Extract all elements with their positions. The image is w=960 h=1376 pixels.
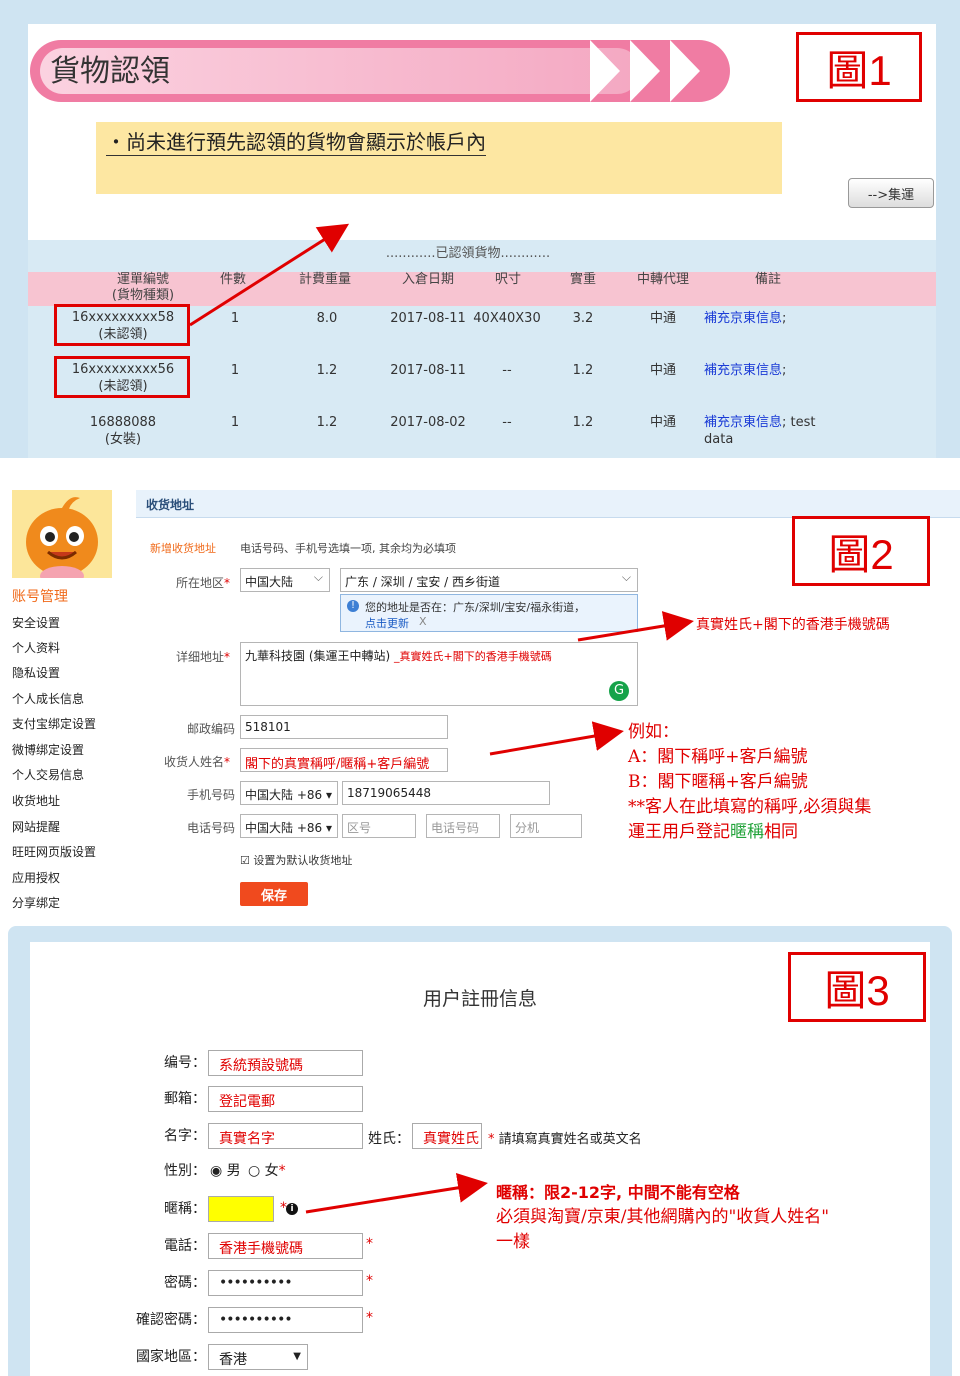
arrow-icon bbox=[189, 223, 350, 327]
arrow-icon bbox=[577, 611, 694, 642]
arrow-icon bbox=[305, 1172, 488, 1214]
annotation-arrows bbox=[189, 223, 694, 1214]
arrow-icon bbox=[489, 721, 624, 756]
